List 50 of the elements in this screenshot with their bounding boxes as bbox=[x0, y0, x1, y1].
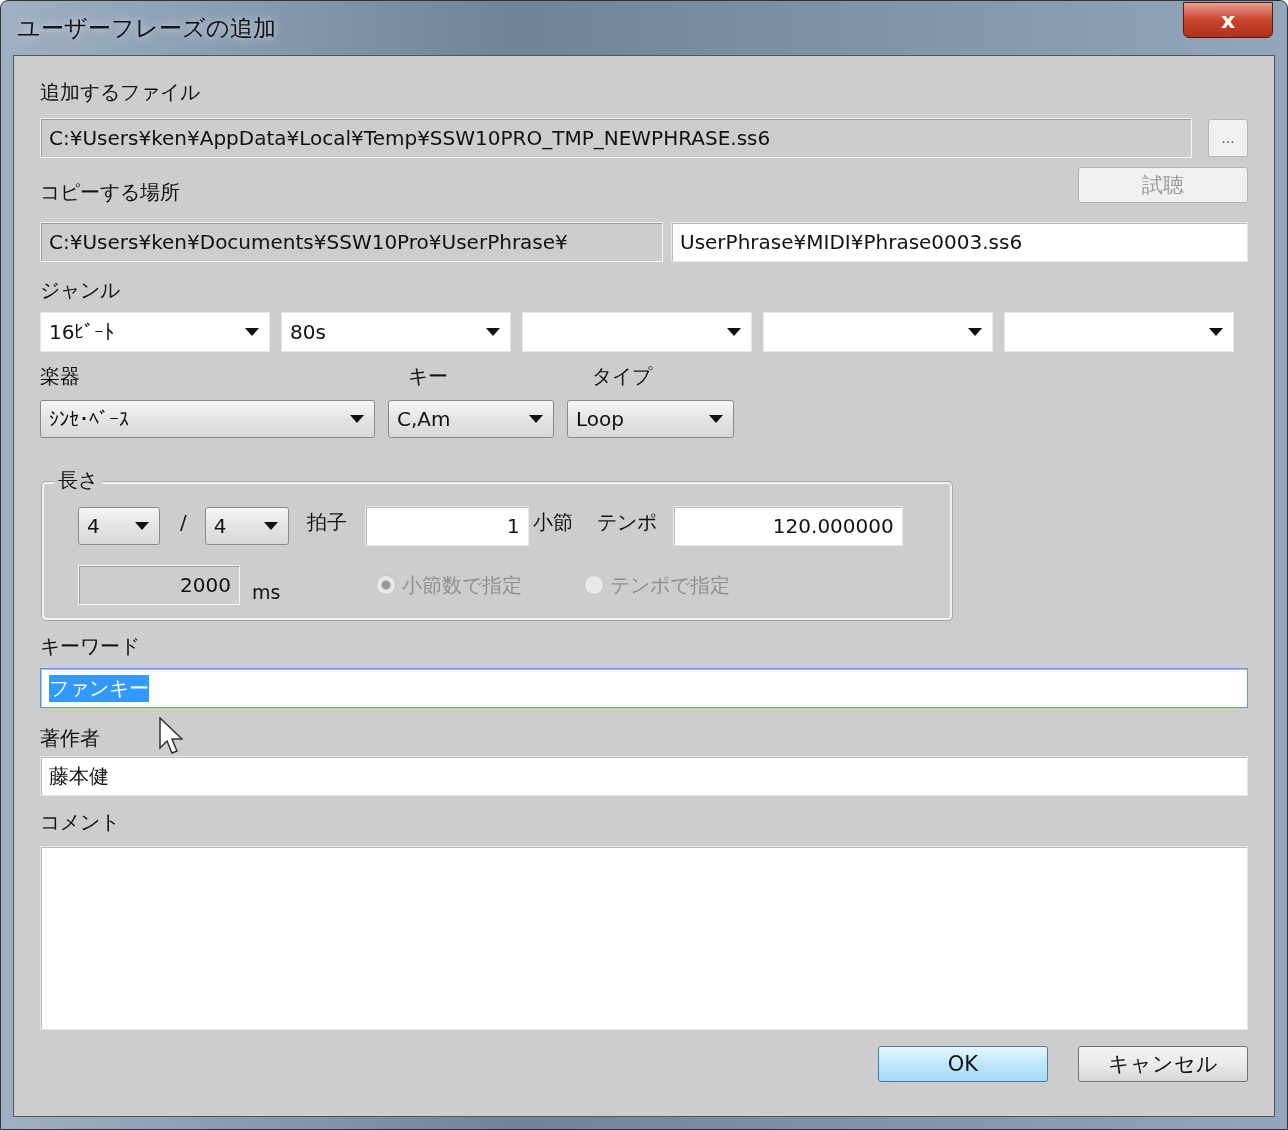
field-label: キーワード bbox=[40, 633, 140, 660]
window-title: ユーザーフレーズの追加 bbox=[17, 13, 276, 43]
dropdown[interactable]: 4 bbox=[204, 507, 289, 545]
dialog-button[interactable]: OK bbox=[878, 1046, 1048, 1082]
field-label: 拍子 bbox=[306, 509, 347, 536]
file-path-field[interactable]: C:¥Users¥ken¥AppData¥Local¥Temp¥SSW10PRO_TMP_NEWPHRASE.ss6 bbox=[40, 118, 1192, 158]
bars-field[interactable]: 1 bbox=[364, 506, 529, 546]
author-field[interactable]: 藤本健 bbox=[40, 756, 1248, 796]
caret-icon bbox=[1209, 328, 1223, 336]
dropdown[interactable]: 80s bbox=[281, 312, 511, 352]
caret-icon bbox=[350, 415, 364, 423]
field-label: 小節 bbox=[532, 509, 573, 536]
base-folder-field[interactable]: C:¥Users¥ken¥Documents¥SSW10Pro¥UserPhrase¥ bbox=[40, 222, 663, 262]
caret-icon bbox=[968, 328, 982, 336]
field-label: 追加するファイル bbox=[40, 79, 200, 106]
mouse-pointer-icon bbox=[159, 717, 183, 755]
unit-label: ms bbox=[252, 580, 281, 605]
field-label: コメント bbox=[40, 809, 120, 836]
dropdown[interactable]: 4 bbox=[78, 507, 160, 545]
caret-icon bbox=[263, 522, 278, 530]
dropdown[interactable]: 16ﾋﾞｰﾄ bbox=[40, 312, 270, 352]
field-label: 著作者 bbox=[40, 725, 100, 752]
field-label: テンポ bbox=[596, 509, 657, 536]
field-label: コピーする場所 bbox=[40, 179, 180, 206]
caret-icon bbox=[727, 328, 741, 336]
tempo-field[interactable]: 120.000000 bbox=[672, 506, 903, 546]
dropdown[interactable]: Loop bbox=[567, 400, 734, 438]
dropdown[interactable]: ｼﾝｾ･ﾍﾞｰｽ bbox=[40, 400, 375, 438]
field-label: 楽器 bbox=[40, 363, 81, 390]
milliseconds-field[interactable]: 2000 bbox=[78, 565, 240, 605]
dropdown[interactable] bbox=[522, 312, 752, 352]
caret-icon bbox=[529, 415, 543, 423]
radio-label: テンポで指定 bbox=[610, 571, 731, 599]
caret-icon bbox=[135, 522, 149, 530]
slash-text: / bbox=[180, 509, 187, 536]
caret-icon bbox=[709, 415, 723, 423]
caret-icon bbox=[245, 328, 259, 336]
field-label: タイプ bbox=[592, 363, 652, 390]
field-label: ジャンル bbox=[40, 277, 120, 304]
radio-label: 小節数で指定 bbox=[402, 571, 523, 599]
browse-button[interactable]: ... bbox=[1208, 119, 1248, 157]
caret-icon bbox=[486, 328, 500, 336]
dropdown[interactable] bbox=[763, 312, 993, 352]
field-label: キー bbox=[408, 363, 449, 390]
destination-path-field[interactable]: UserPhrase¥MIDI¥Phrase0003.ss6 bbox=[671, 222, 1248, 262]
dropdown[interactable] bbox=[1004, 312, 1234, 352]
dialog-button[interactable]: キャンセル bbox=[1078, 1046, 1248, 1082]
dropdown[interactable]: C,Am bbox=[388, 400, 554, 438]
comment-field[interactable] bbox=[40, 846, 1248, 1030]
close-button[interactable]: x bbox=[1183, 2, 1273, 38]
